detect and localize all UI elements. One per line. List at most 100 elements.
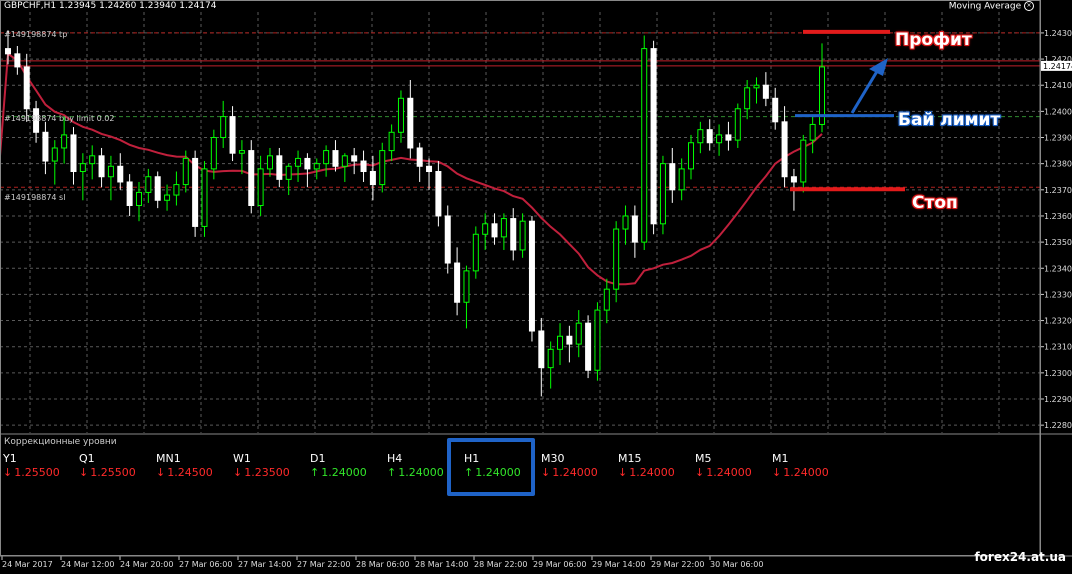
candle-body [379,150,386,186]
candle-body [332,150,339,167]
close-circle-icon[interactable]: × [1024,1,1034,11]
arrow-down-icon: ↓ [233,466,243,479]
candle-body [117,165,124,183]
candle-body [744,87,751,110]
candle-body [809,123,816,141]
y-tick-label: 1.2330 [1044,290,1072,299]
candle-body [407,97,414,149]
candle-body [631,215,638,243]
candle-body [248,150,255,207]
candle-body [89,155,96,165]
arrow-down-icon: ↓ [618,466,628,479]
indicator-name[interactable]: Moving Average × [949,1,1034,12]
x-tick-label: 30 Mar 06:00 [710,560,763,569]
level-value: ↓ 1.23500 [233,466,313,479]
candle-body [734,108,741,141]
level-tf-label: M1 [772,452,789,465]
arrow-shaft [850,67,881,114]
candle-body [201,168,208,227]
level-tf-label: Y1 [3,452,17,465]
candle-body [463,270,470,303]
x-tick-label: 27 Mar 22:00 [297,560,350,569]
level-q1: Q1 ↓ 1.25500 [79,452,159,479]
time-axis: 24 Mar 2017 24 Mar 12:00 24 Mar 20:00 27 Ma… [1,556,763,569]
arrow-up-icon: ↑ [387,466,397,479]
candle-body [538,330,545,369]
buy-limit-line-label: #149198874 buy limit 0.02 [4,114,115,123]
level-tf-label: MN1 [156,452,181,465]
candle-body [613,228,620,290]
arrow-down-icon: ↓ [3,466,13,479]
level-value: ↑ 1.24000 [310,466,390,479]
candle-body [500,218,507,238]
candle-body [173,184,180,196]
candle-body [229,116,236,154]
candle-body [472,233,479,272]
candle-body [182,157,189,186]
candle-body [276,155,283,180]
x-tick-label: 24 Mar 2017 [2,560,53,569]
candle-body [257,168,264,207]
candle-body [126,181,133,207]
y-tick-label: 1.2320 [1044,317,1072,326]
level-mn1: MN1 ↓ 1.24500 [156,452,236,479]
watermark: forex24.at.ua [974,550,1066,564]
candle-body [585,322,592,371]
level-tf-label: M5 [695,452,712,465]
level-value-text: 1.24000 [629,466,675,479]
x-tick-label: 28 Mar 14:00 [415,560,468,569]
level-value-text: 1.24000 [398,466,444,479]
candle-body [790,176,797,183]
level-value: ↓ 1.25500 [79,466,159,479]
candle-body [622,215,629,230]
x-tick-label: 27 Mar 14:00 [238,560,291,569]
y-tick-label: 1.2360 [1044,212,1072,221]
arrow-down-icon: ↓ [541,466,551,479]
price-chart[interactable]: 1.24301.24201.24101.24001.23901.23801.23… [0,0,1072,574]
x-tick-label: 24 Mar 12:00 [61,560,114,569]
level-value: ↓ 1.24000 [541,466,621,479]
symbol-info: GBPCHF,H1 1.23945 1.24260 1.23940 1.2417… [4,1,217,11]
arrow-down-icon: ↓ [772,466,782,479]
candle-body [725,134,732,141]
level-tf-label: D1 [310,452,326,465]
candle-body [79,163,86,173]
arrow-down-icon: ↓ [156,466,166,479]
level-value: ↓ 1.24000 [618,466,698,479]
candle-body [323,150,330,165]
level-value: ↓ 1.25500 [3,466,83,479]
moving-average [0,51,823,286]
x-tick-label: 29 Mar 22:00 [651,560,704,569]
candle-body [762,84,769,99]
candle-body [164,194,171,201]
candle-body [706,129,713,144]
candle-body [14,53,21,68]
subwindow-title: Коррекционные уровни [4,437,117,447]
y-tick-label: 1.2400 [1044,107,1072,116]
candle-body [519,220,526,251]
x-tick-label: 28 Mar 06:00 [356,560,409,569]
y-tick-label: 1.2370 [1044,186,1072,195]
candle-body [360,160,367,173]
arrow-up-icon: ↑ [310,466,320,479]
x-tick-label: 28 Mar 22:00 [474,560,527,569]
candle-body [594,309,601,371]
moving-average-line [0,51,823,286]
level-m15: M15 ↓ 1.24000 [618,452,698,479]
candle-body [61,134,68,149]
level-m5: M5 ↓ 1.24000 [695,452,775,479]
level-tf-label: M15 [618,452,642,465]
candle-body [313,163,320,170]
level-m1: M1 ↓ 1.24000 [772,452,852,479]
y-tick-label: 1.2300 [1044,369,1072,378]
chart-header: GBPCHF,H1 1.23945 1.24260 1.23940 1.2417… [4,1,216,11]
candle-body [603,288,610,311]
candle-body [388,131,395,152]
level-value-text: 1.24500 [167,466,213,479]
candle-body [491,223,498,238]
buy-limit-annotation: Бай лимит [898,110,1001,130]
candle-body [772,97,779,123]
candle-body [220,116,227,139]
candle-body [145,176,152,193]
candle-body [678,168,685,191]
